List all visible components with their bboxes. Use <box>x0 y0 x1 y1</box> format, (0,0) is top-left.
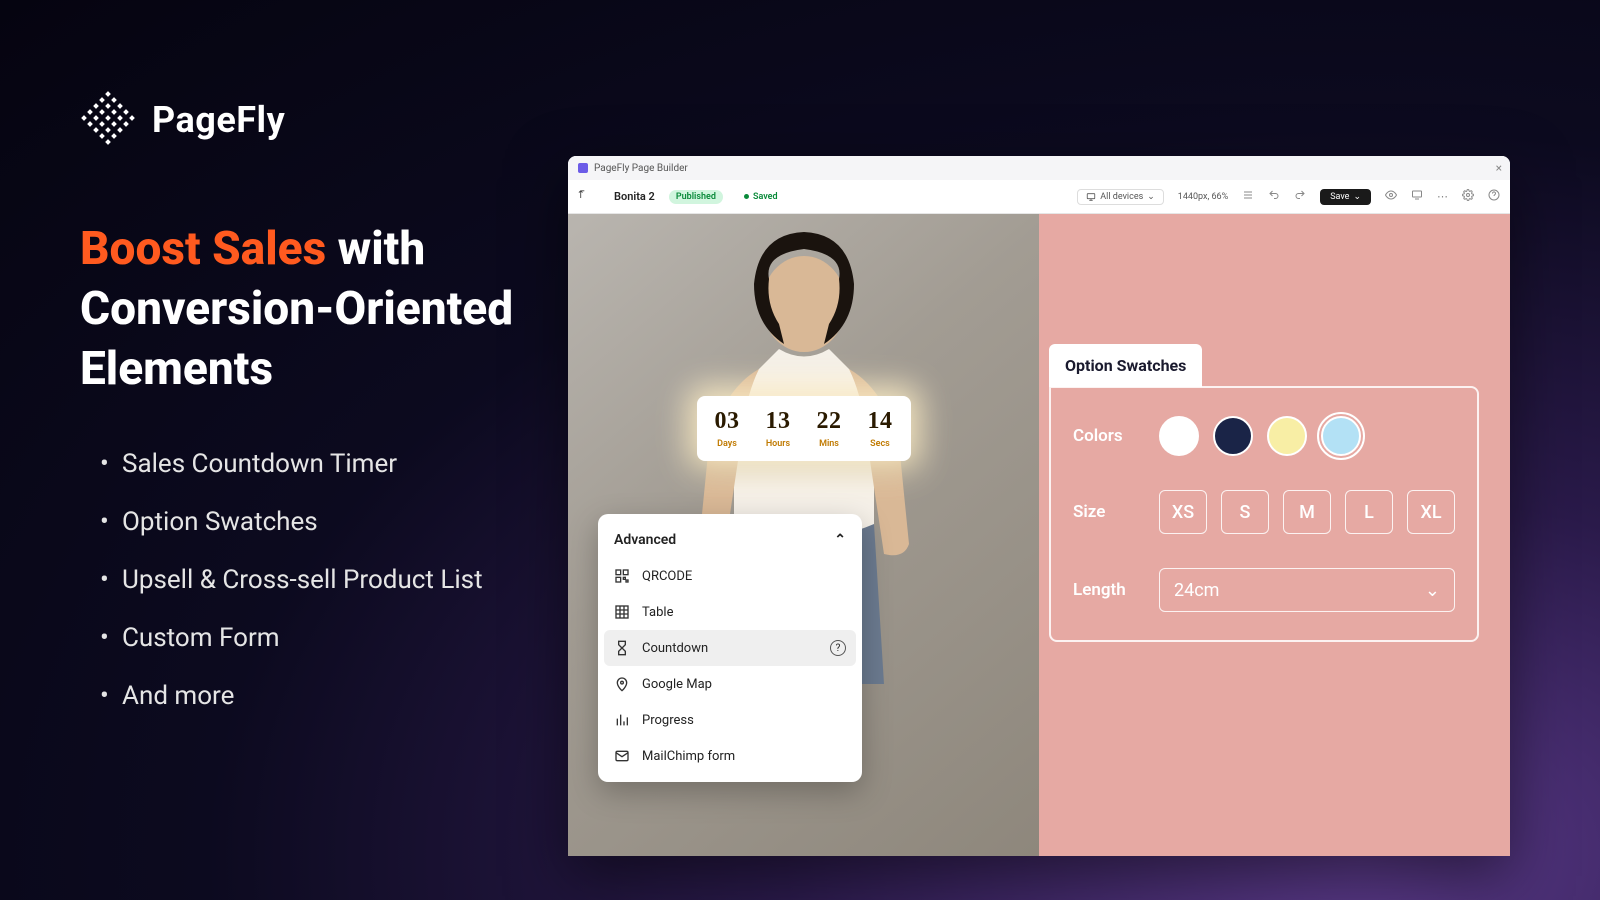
swatch-size-m[interactable]: M <box>1283 490 1331 534</box>
swatch-length-select[interactable]: 24cm ⌄ <box>1159 568 1455 612</box>
element-progress[interactable]: Progress <box>598 702 862 738</box>
app-icon <box>578 163 588 173</box>
countdown-timer: 03 Days 13 Hours 22 Mins 14 Secs <box>697 396 911 461</box>
swatch-size-xs[interactable]: XS <box>1159 490 1207 534</box>
countdown-mins-label: Mins <box>817 439 842 449</box>
save-button[interactable]: Save⌄ <box>1320 189 1371 205</box>
status-saved: Saved <box>737 190 785 204</box>
headline-accent: Boost Sales <box>80 222 326 276</box>
swatch-label-colors: Colors <box>1073 426 1137 446</box>
canvas-right: Option Swatches Colors Size <box>1039 214 1510 856</box>
canvas-left: 03 Days 13 Hours 22 Mins 14 Secs <box>568 214 1039 856</box>
swatch-length-value: 24cm <box>1174 580 1219 601</box>
advanced-elements-panel: Advanced ⌃ QRCODE Table Countdown ? <box>598 514 862 782</box>
countdown-mins-num: 22 <box>817 408 842 435</box>
chevron-up-icon: ⌃ <box>834 532 846 548</box>
back-icon[interactable] <box>578 189 590 204</box>
undo-icon[interactable] <box>1268 189 1280 204</box>
swatch-row-colors: Colors <box>1073 416 1455 456</box>
feature-item: Custom Form <box>100 623 580 653</box>
table-icon <box>614 604 630 620</box>
element-label: Table <box>642 605 673 620</box>
countdown-mins: 22 Mins <box>817 408 842 449</box>
countdown-hours-num: 13 <box>766 408 791 435</box>
qrcode-icon <box>614 568 630 584</box>
swatch-label-size: Size <box>1073 502 1137 522</box>
eye-icon[interactable] <box>1385 189 1397 204</box>
swatch-color-sky[interactable] <box>1321 416 1361 456</box>
feature-item: Upsell & Cross-sell Product List <box>100 565 580 595</box>
redo-icon[interactable] <box>1294 189 1306 204</box>
swatch-size-l[interactable]: L <box>1345 490 1393 534</box>
swatch-color-white[interactable] <box>1159 416 1199 456</box>
countdown-days: 03 Days <box>715 408 740 449</box>
advanced-panel-title: Advanced <box>614 532 676 548</box>
desktop-icon[interactable] <box>1411 189 1423 204</box>
map-pin-icon <box>614 676 630 692</box>
chevron-down-icon: ⌄ <box>1425 580 1440 601</box>
headline: Boost Sales with Conversion-Oriented Ele… <box>80 220 580 399</box>
countdown-secs-num: 14 <box>868 408 893 435</box>
window-titlebar: PageFly Page Builder × <box>568 156 1510 180</box>
device-selector[interactable]: All devices ⌄ <box>1077 189 1164 205</box>
swatch-row-length: Length 24cm ⌄ <box>1073 568 1455 612</box>
chevron-down-icon: ⌄ <box>1147 192 1155 202</box>
more-icon[interactable]: ⋯ <box>1437 190 1448 203</box>
swatch-size-s[interactable]: S <box>1221 490 1269 534</box>
element-label: QRCODE <box>642 569 692 584</box>
editor-toolbar: Bonita 2 Published Saved All devices ⌄ 1… <box>568 180 1510 214</box>
brand-logo: PageFly <box>80 90 580 150</box>
help-icon[interactable]: ? <box>830 640 846 656</box>
swatches-tab[interactable]: Option Swatches <box>1049 344 1202 387</box>
countdown-hours: 13 Hours <box>766 408 791 449</box>
logo-mark-icon <box>80 90 136 150</box>
help-icon[interactable] <box>1488 189 1500 204</box>
sliders-icon[interactable] <box>1242 189 1254 204</box>
builder-window: PageFly Page Builder × Bonita 2 Publishe… <box>568 156 1510 856</box>
element-googlemap[interactable]: Google Map <box>598 666 862 702</box>
element-label: MailChimp form <box>642 749 735 764</box>
window-title: PageFly Page Builder <box>594 163 688 174</box>
element-countdown[interactable]: Countdown ? <box>604 630 856 666</box>
element-label: Progress <box>642 713 694 728</box>
element-table[interactable]: Table <box>598 594 862 630</box>
hourglass-icon <box>614 640 630 656</box>
status-published: Published <box>669 190 723 204</box>
element-label: Google Map <box>642 677 712 692</box>
element-label: Countdown <box>642 641 708 656</box>
viewport-info: 1440px, 66% <box>1178 192 1228 202</box>
feature-list: Sales Countdown Timer Option Swatches Up… <box>80 449 580 711</box>
feature-item: Option Swatches <box>100 507 580 537</box>
swatch-size-xl[interactable]: XL <box>1407 490 1455 534</box>
advanced-panel-header[interactable]: Advanced ⌃ <box>598 522 862 558</box>
window-close-icon[interactable]: × <box>1496 161 1502 175</box>
chevron-down-icon: ⌄ <box>1353 192 1361 202</box>
brand-name: PageFly <box>152 99 285 141</box>
swatch-row-size: Size XS S M L XL <box>1073 490 1455 534</box>
settings-icon[interactable] <box>1462 189 1474 204</box>
countdown-secs-label: Secs <box>868 439 893 449</box>
bar-chart-icon <box>614 712 630 728</box>
feature-item: Sales Countdown Timer <box>100 449 580 479</box>
countdown-secs: 14 Secs <box>868 408 893 449</box>
countdown-days-num: 03 <box>715 408 740 435</box>
mail-icon <box>614 748 630 764</box>
countdown-hours-label: Hours <box>766 439 791 449</box>
swatch-label-length: Length <box>1073 580 1137 600</box>
feature-item: And more <box>100 681 580 711</box>
page-name: Bonita 2 <box>614 190 655 203</box>
option-swatches-card: Option Swatches Colors Size <box>1049 344 1479 642</box>
element-qrcode[interactable]: QRCODE <box>598 558 862 594</box>
editor-canvas: 03 Days 13 Hours 22 Mins 14 Secs <box>568 214 1510 856</box>
countdown-days-label: Days <box>715 439 740 449</box>
element-mailchimp[interactable]: MailChimp form <box>598 738 862 774</box>
swatch-color-navy[interactable] <box>1213 416 1253 456</box>
swatch-color-yellow[interactable] <box>1267 416 1307 456</box>
